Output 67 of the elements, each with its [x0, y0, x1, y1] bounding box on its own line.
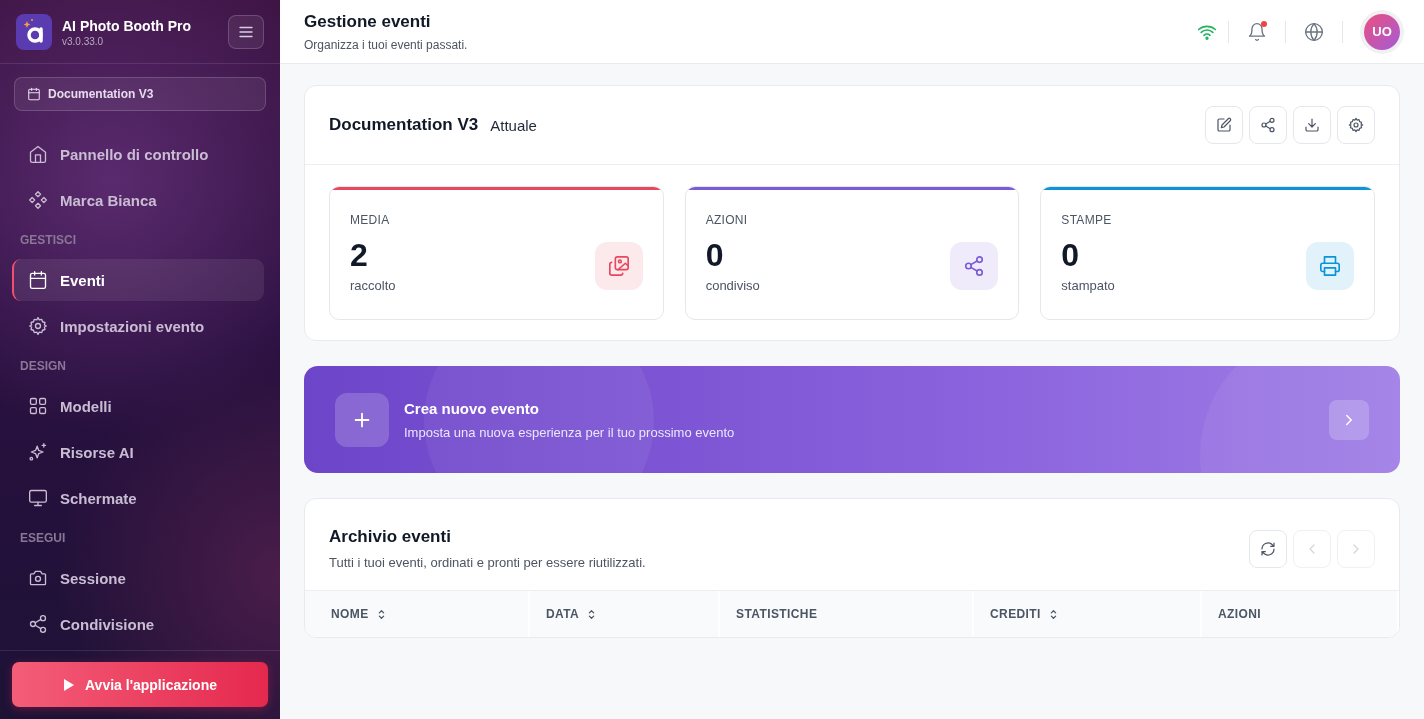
- play-icon: [63, 677, 75, 692]
- refresh-button[interactable]: [1249, 529, 1287, 568]
- share-icon: [1260, 117, 1276, 133]
- archive-title: Archivio eventi: [329, 527, 452, 547]
- sidebar-item[interactable]: Impostazioni evento: [12, 305, 264, 347]
- printer-icon: [1319, 255, 1341, 277]
- app-name: AI Photo Booth Pro: [62, 17, 193, 34]
- menu-button[interactable]: [228, 15, 264, 49]
- app-version: v3.0.33.0: [62, 35, 105, 47]
- section-label: DESIGN: [19, 358, 67, 375]
- share-icon: [963, 255, 986, 277]
- stat-value: 0: [705, 237, 725, 274]
- sidebar-item[interactable]: Condivisione: [12, 603, 264, 645]
- calendar-icon: [28, 270, 48, 290]
- edit-icon: [1216, 117, 1232, 133]
- sidebar-item[interactable]: Pannello di controllo: [12, 133, 264, 175]
- diamond-cluster-icon: [28, 190, 48, 210]
- launch-button[interactable]: Avvia l'applicazione: [12, 662, 268, 707]
- banner-title: Crea nuovo evento: [404, 399, 541, 417]
- bell-icon: [1247, 21, 1267, 42]
- download-icon: [1304, 117, 1320, 133]
- sidebar-item[interactable]: Sessione: [12, 557, 264, 599]
- sidebar-item[interactable]: Marca Bianca: [12, 179, 264, 221]
- stat-label: AZIONI: [705, 213, 749, 227]
- share-icon: [28, 614, 48, 634]
- globe-icon: [1304, 21, 1324, 42]
- home-icon: [28, 144, 48, 164]
- calendar-icon: [27, 87, 41, 101]
- edit-button[interactable]: [1205, 106, 1243, 144]
- page-title: Gestione eventi: [304, 11, 432, 32]
- sidebar-item[interactable]: Modelli: [12, 385, 264, 427]
- download-button[interactable]: [1293, 106, 1331, 144]
- share-button[interactable]: [1249, 106, 1287, 144]
- camera-icon: [28, 568, 48, 588]
- settings-icon: [1348, 117, 1364, 133]
- event-selector[interactable]: Documentation V3: [14, 77, 266, 111]
- gallery-icon: [607, 255, 630, 277]
- section-label: ESEGUI: [19, 530, 67, 547]
- logo-icon: [16, 14, 52, 50]
- refresh-icon: [1260, 540, 1276, 557]
- stat-caption: raccolto: [350, 278, 397, 293]
- column-header: AZIONI: [1202, 591, 1399, 637]
- stat-label: STAMPE: [1061, 213, 1113, 227]
- grid-icon: [28, 396, 48, 416]
- column-header: STATISTICHE: [720, 591, 974, 637]
- sidebar-item[interactable]: Risorse AI: [12, 431, 264, 473]
- settings-button[interactable]: [1337, 106, 1375, 144]
- stat-value: 0: [1061, 237, 1081, 274]
- sparkle-icon: [28, 442, 48, 462]
- stat-value: 2: [350, 237, 369, 274]
- column-header[interactable]: NOME: [305, 591, 530, 637]
- stat-caption: stampato: [1061, 278, 1116, 293]
- sidebar-item[interactable]: Eventi: [12, 259, 264, 301]
- banner-subtitle: Imposta una nuova esperienza per il tuo prossimo evento: [404, 424, 736, 440]
- column-header[interactable]: DATA: [530, 591, 720, 637]
- stat-caption: condiviso: [705, 278, 761, 293]
- section-label: GESTISCI: [19, 232, 77, 249]
- page-subtitle: Organizza i tuoi eventi passati.: [304, 37, 469, 52]
- monitor-icon: [28, 488, 48, 508]
- event-title: Documentation V3: [329, 115, 479, 135]
- user-avatar[interactable]: UO: [1364, 13, 1400, 50]
- archive-subtitle: Tutti i tuoi eventi, ordinati e pronti per essere riutilizzati.: [329, 555, 647, 570]
- stat-label: MEDIA: [350, 213, 391, 227]
- settings-icon: [28, 316, 48, 336]
- sidebar-item[interactable]: Schermate: [12, 477, 264, 519]
- column-header[interactable]: CREDITI: [974, 591, 1202, 637]
- event-status: Attuale: [490, 116, 538, 134]
